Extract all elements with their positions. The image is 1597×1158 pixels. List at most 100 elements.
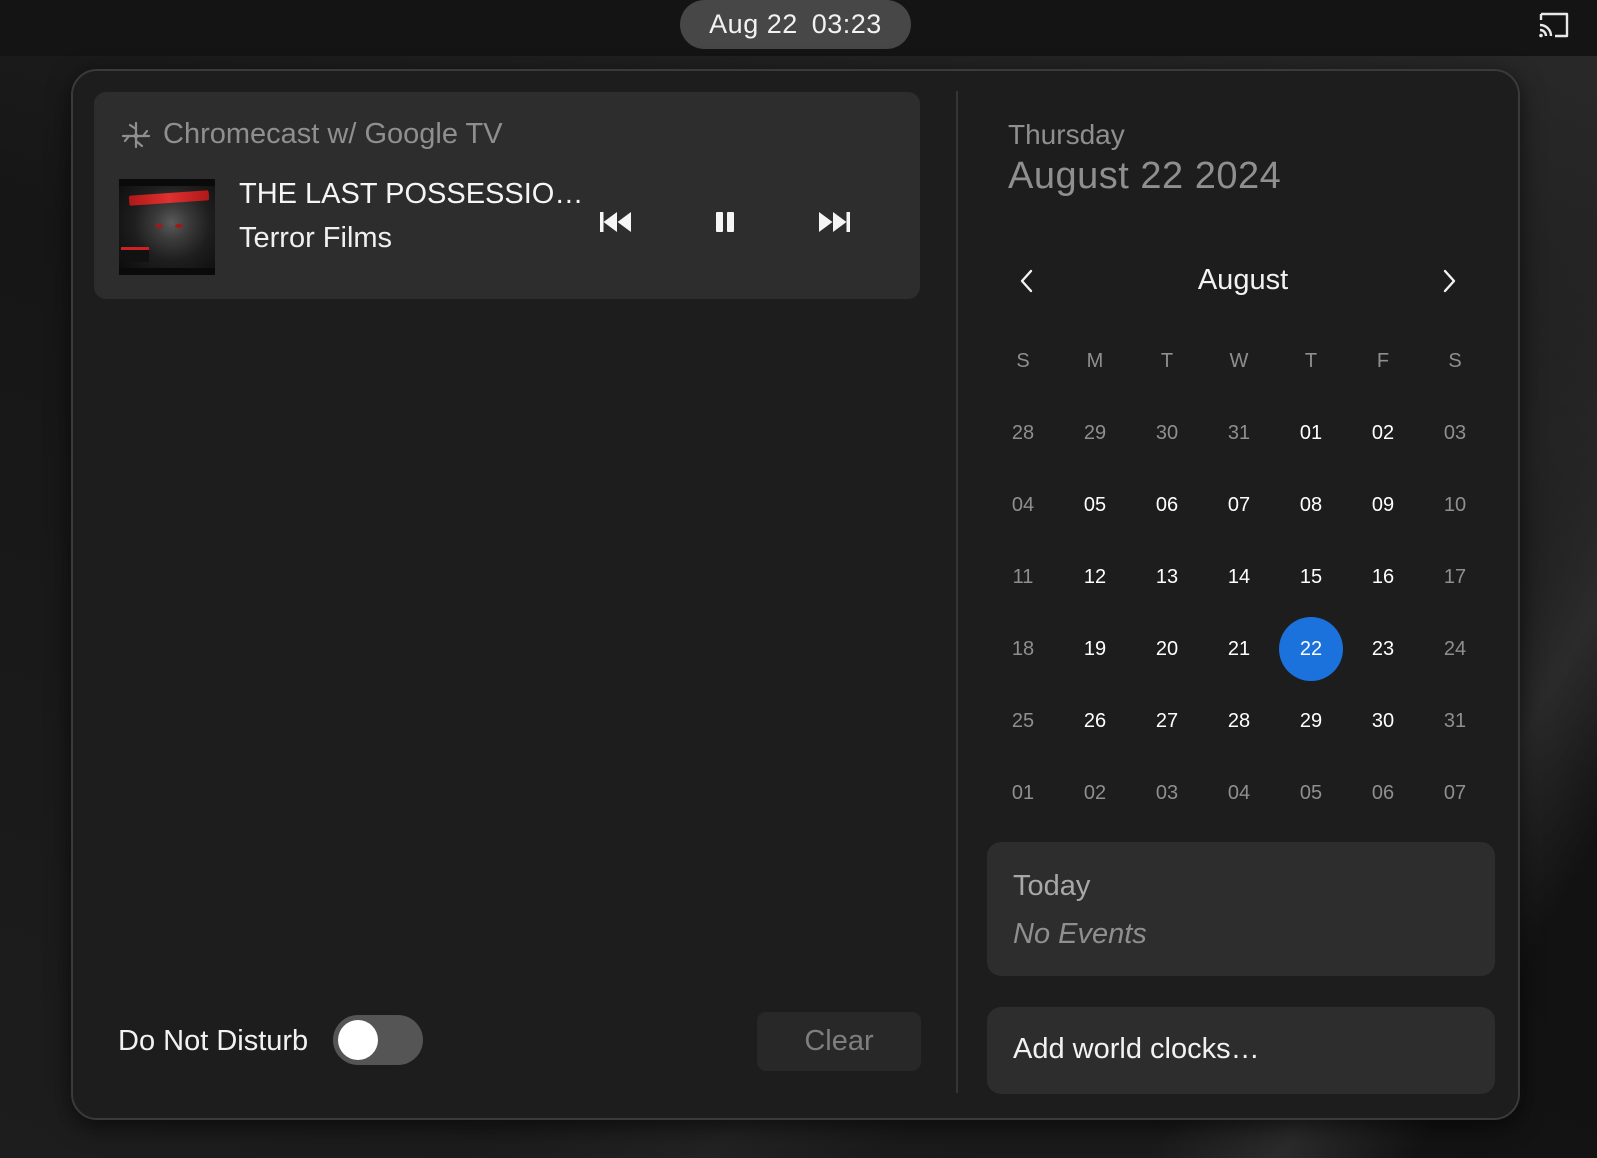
calendar-day[interactable]: 06 (1347, 757, 1419, 829)
media-source: Chromecast w/ Google TV (119, 118, 503, 151)
time-label: 03:23 (811, 9, 882, 39)
calendar-day[interactable]: 28 (1203, 685, 1275, 757)
date-label: Aug 22 (709, 9, 798, 39)
no-events-label: No Events (1013, 918, 1147, 950)
calendar-day[interactable]: 02 (1059, 757, 1131, 829)
calendar-day[interactable]: 07 (1419, 757, 1491, 829)
calendar-day-number: 30 (1155, 421, 1179, 444)
calendar-day[interactable]: 04 (1203, 757, 1275, 829)
calendar-day-number: 26 (1083, 709, 1107, 732)
calendar-day[interactable]: 23 (1347, 613, 1419, 685)
next-track-button[interactable] (814, 204, 854, 244)
calendar-day[interactable]: 01 (1275, 397, 1347, 469)
do-not-disturb-toggle[interactable] (333, 1015, 423, 1065)
weekday-header: F (1376, 349, 1390, 372)
calendar-day[interactable]: 31 (1419, 685, 1491, 757)
current-weekday[interactable]: Thursday (1008, 119, 1125, 151)
calendar-day-number: 22 (1299, 637, 1323, 660)
calendar-day-number: 01 (1011, 781, 1035, 804)
calendar-day[interactable]: 24 (1419, 613, 1491, 685)
calendar-day-number: 25 (1011, 709, 1035, 732)
calendar-day-number: 17 (1443, 565, 1467, 588)
track-artist: Terror Films (239, 222, 393, 254)
weekday-header: T (1304, 349, 1318, 372)
calendar-day[interactable]: 18 (987, 613, 1059, 685)
calendar-day-number: 05 (1083, 493, 1107, 516)
calendar-day[interactable]: 05 (1275, 757, 1347, 829)
previous-track-icon (599, 211, 633, 238)
calendar-day-number: 30 (1371, 709, 1395, 732)
calendar-day-number: 13 (1155, 565, 1179, 588)
top-bar: Aug 22 03:23 (0, 0, 1597, 56)
calendar-day[interactable]: 14 (1203, 541, 1275, 613)
calendar-day[interactable]: 02 (1347, 397, 1419, 469)
calendar-day-number: 02 (1371, 421, 1395, 444)
current-full-date[interactable]: August 22 2024 (1008, 155, 1281, 198)
calendar-day-number: 07 (1227, 493, 1251, 516)
chromecast-device-icon (119, 119, 153, 151)
pause-icon (713, 210, 737, 239)
calendar-day-number: 15 (1299, 565, 1323, 588)
toggle-knob (338, 1020, 378, 1060)
weekday-header: M (1086, 349, 1104, 372)
calendar-day-today[interactable]: 22 (1275, 613, 1347, 685)
events-title: Today (1013, 870, 1091, 902)
calendar-day-number: 29 (1083, 421, 1107, 444)
calendar-day[interactable]: 20 (1131, 613, 1203, 685)
today-events-card[interactable]: Today No Events (987, 842, 1495, 976)
calendar-day[interactable]: 30 (1131, 397, 1203, 469)
calendar-day[interactable]: 11 (987, 541, 1059, 613)
previous-month-button[interactable] (1007, 263, 1047, 303)
screencast-icon[interactable] (1537, 10, 1571, 40)
calendar-day-number: 12 (1083, 565, 1107, 588)
calendar-day[interactable]: 06 (1131, 469, 1203, 541)
calendar-day-number: 02 (1083, 781, 1107, 804)
calendar-day[interactable]: 28 (987, 397, 1059, 469)
weekday-header: S (1016, 349, 1030, 372)
clear-notifications-button[interactable]: Clear (757, 1012, 921, 1071)
calendar-day[interactable]: 19 (1059, 613, 1131, 685)
weekday-header: T (1160, 349, 1174, 372)
date-time-button[interactable]: Aug 22 03:23 (680, 0, 911, 49)
calendar-day[interactable]: 09 (1347, 469, 1419, 541)
chevron-left-icon (1019, 268, 1035, 299)
calendar-day[interactable]: 15 (1275, 541, 1347, 613)
calendar-day[interactable]: 05 (1059, 469, 1131, 541)
calendar-day[interactable]: 29 (1275, 685, 1347, 757)
calendar-day[interactable]: 08 (1275, 469, 1347, 541)
next-month-button[interactable] (1429, 263, 1469, 303)
calendar-day[interactable]: 17 (1419, 541, 1491, 613)
calendar-day-number: 27 (1155, 709, 1179, 732)
calendar-day[interactable]: 01 (987, 757, 1059, 829)
next-track-icon (817, 211, 851, 238)
calendar-day[interactable]: 27 (1131, 685, 1203, 757)
media-player-card[interactable]: Chromecast w/ Google TV THE LAST POSSESS… (94, 92, 920, 299)
weekday-header: W (1229, 349, 1249, 372)
calendar-day-number: 28 (1227, 709, 1251, 732)
calendar-day[interactable]: 21 (1203, 613, 1275, 685)
calendar-day[interactable]: 16 (1347, 541, 1419, 613)
calendar-day[interactable]: 03 (1131, 757, 1203, 829)
calendar-day-number: 06 (1155, 493, 1179, 516)
track-title: THE LAST POSSESSIO… (239, 178, 584, 210)
calendar-day[interactable]: 12 (1059, 541, 1131, 613)
calendar-day[interactable]: 04 (987, 469, 1059, 541)
calendar-day-number: 29 (1299, 709, 1323, 732)
calendar-day[interactable]: 31 (1203, 397, 1275, 469)
add-world-clocks-label: Add world clocks… (1013, 1033, 1260, 1065)
calendar-day[interactable]: 26 (1059, 685, 1131, 757)
calendar-day-number: 14 (1227, 565, 1251, 588)
previous-track-button[interactable] (596, 204, 636, 244)
calendar-day[interactable]: 13 (1131, 541, 1203, 613)
calendar-day[interactable]: 25 (987, 685, 1059, 757)
calendar-day[interactable]: 30 (1347, 685, 1419, 757)
calendar-grid: S M T W T F S 28 29 30 31 01 02 03 04 05 06 07 08 09 10 11 12 1… (987, 325, 1492, 829)
add-world-clocks-button[interactable]: Add world clocks… (987, 1007, 1495, 1094)
calendar-day-number: 10 (1443, 493, 1467, 516)
calendar-day[interactable]: 03 (1419, 397, 1491, 469)
column-divider (956, 91, 958, 1093)
pause-button[interactable] (705, 204, 745, 244)
calendar-day[interactable]: 07 (1203, 469, 1275, 541)
calendar-day[interactable]: 10 (1419, 469, 1491, 541)
calendar-day[interactable]: 29 (1059, 397, 1131, 469)
